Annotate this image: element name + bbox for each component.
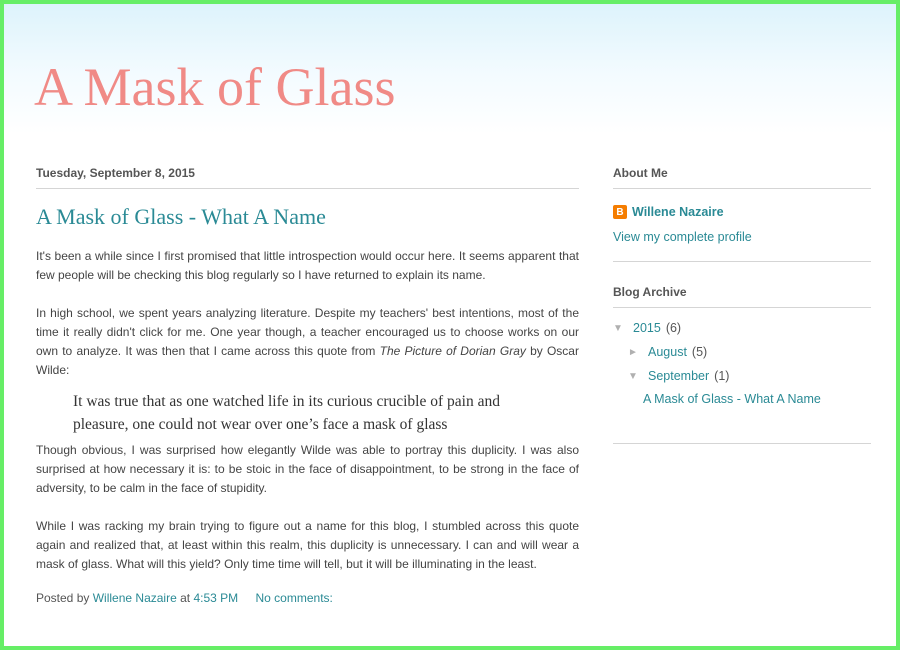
archive-divider [613,443,871,444]
profile-name-link[interactable]: Willene Nazaire [632,205,724,219]
blogger-icon: B [613,205,627,219]
comments-link[interactable]: No comments: [256,591,333,605]
archive-post-item: A Mask of Glass - What A Name [613,388,871,410]
paragraph-3: Though obvious, I was surprised how eleg… [36,443,579,496]
archive-month-link[interactable]: August [648,345,687,359]
about-me-title: About Me [613,166,871,189]
post-footer: Posted by Willene Nazaire at 4:53 PM No … [36,591,579,605]
wilde-quote: It was true that as one watched life in … [73,393,500,434]
expanded-toggle-icon[interactable]: ▼ [613,323,625,334]
post-body: It's been a while since I first promised… [36,247,579,574]
blog-archive-title: Blog Archive [613,285,871,308]
archive-post-link[interactable]: A Mask of Glass - What A Name [643,392,821,406]
at-label: at [180,591,191,606]
archive-month-september: ▼ September (1) [613,364,871,388]
sidebar: About Me B Willene Nazaire View my compl… [613,166,871,444]
author-link[interactable]: Willene Nazaire [93,591,177,605]
post-title[interactable]: A Mask of Glass - What A Name [36,204,579,229]
archive-list: ▼ 2015 (6) ► August (5) ▼ September (1) … [613,316,871,410]
archive-month-count: (1) [714,369,730,383]
posted-by-label: Posted by [36,591,90,606]
blog-title[interactable]: A Mask of Glass [34,60,396,114]
paragraph-1: It's been a while since I first promised… [36,249,579,283]
view-profile-link[interactable]: View my complete profile [613,230,871,244]
archive-month-august: ► August (5) [613,340,871,364]
paragraph-2: In high school, we spent years analyzing… [36,304,579,380]
collapsed-toggle-icon[interactable]: ► [628,347,640,358]
main-column: Tuesday, September 8, 2015 A Mask of Gla… [36,166,579,605]
archive-month-count: (5) [691,345,708,359]
page-frame: A Mask of Glass Tuesday, September 8, 20… [0,0,900,650]
post-date: Tuesday, September 8, 2015 [36,166,579,189]
about-me-widget: About Me B Willene Nazaire View my compl… [613,166,871,262]
paragraph-4: While I was racking my brain trying to f… [36,519,579,572]
archive-month-link[interactable]: September [648,369,709,383]
about-divider [613,261,871,262]
archive-year-link[interactable]: 2015 [633,321,661,335]
archive-year-count: (6) [665,321,682,335]
post-time-link[interactable]: 4:53 PM [193,591,238,605]
profile-name-row: B Willene Nazaire [613,205,871,219]
blog-archive-widget: Blog Archive ▼ 2015 (6) ► August (5) ▼ S… [613,285,871,444]
book-title: The Picture of Dorian Gray [379,344,526,359]
archive-year-2015: ▼ 2015 (6) [613,316,871,340]
expanded-toggle-icon[interactable]: ▼ [628,371,640,382]
